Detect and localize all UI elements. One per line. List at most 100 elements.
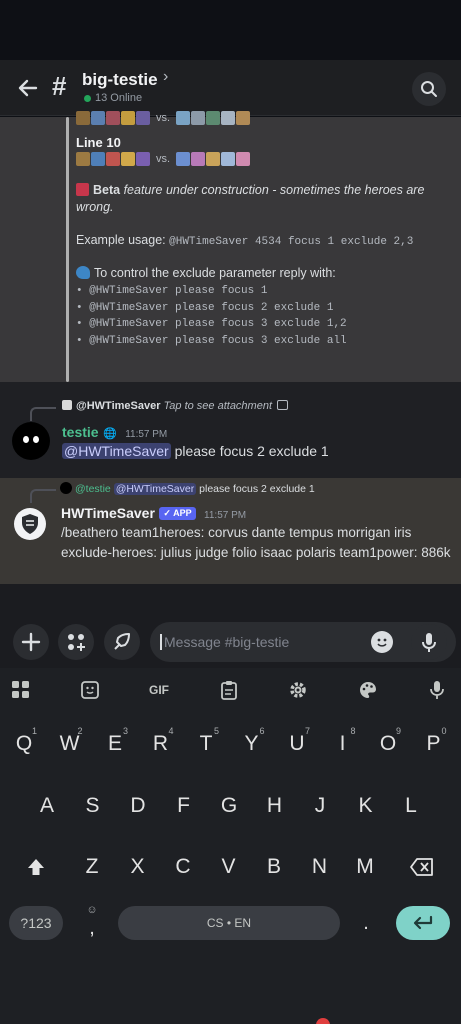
- online-dot-icon: [84, 94, 91, 102]
- command-item: • @HWTimeSaver please focus 1: [76, 285, 268, 297]
- key-n[interactable]: N: [300, 845, 340, 889]
- key-o[interactable]: O9: [368, 722, 408, 766]
- clipboard-icon[interactable]: [217, 678, 241, 702]
- key-hint-digit: 5: [213, 726, 219, 736]
- mic-icon[interactable]: [425, 678, 449, 702]
- key-s[interactable]: S: [73, 784, 113, 828]
- palette-icon[interactable]: [356, 678, 380, 702]
- author-name[interactable]: HWTimeSaver: [61, 505, 155, 521]
- avatar[interactable]: [12, 422, 50, 460]
- comma-key[interactable]: ☺ ,: [72, 901, 112, 945]
- hero-portrait: [176, 111, 191, 125]
- symbols-key[interactable]: ?123: [9, 906, 63, 940]
- channel-name[interactable]: big-testie: [82, 70, 158, 90]
- author-name[interactable]: testie: [62, 424, 99, 440]
- search-button[interactable]: [412, 72, 446, 106]
- hero-portrait: [236, 152, 251, 166]
- reply-preview[interactable]: @HWTimeSaver Tap to see attachment: [62, 400, 289, 412]
- key-g[interactable]: G: [209, 784, 249, 828]
- back-button[interactable]: [14, 74, 42, 102]
- apps-icon: [68, 634, 85, 651]
- message-hwtimesaver[interactable]: @testie @HWTimeSaver please focus 2 excl…: [0, 478, 461, 584]
- hero-portrait: [221, 111, 236, 125]
- arrow-left-icon: [18, 79, 38, 97]
- avatar-small-icon: [60, 482, 72, 494]
- key-e[interactable]: E3: [95, 722, 135, 766]
- app-badge: ✓ APP: [159, 507, 196, 520]
- example-usage: Example usage: @HWTimeSaver 4534 focus 1…: [76, 233, 450, 248]
- shift-key[interactable]: [18, 845, 54, 889]
- backspace-key[interactable]: [400, 845, 444, 889]
- add-button[interactable]: [13, 624, 49, 660]
- key-z[interactable]: Z: [72, 845, 112, 889]
- key-hint-digit: 2: [77, 726, 83, 736]
- line-title: Line 10: [76, 135, 121, 150]
- message-placeholder: Message #big-testie: [164, 634, 290, 650]
- key-i[interactable]: I8: [323, 722, 363, 766]
- key-hint-digit: 3: [122, 726, 128, 736]
- plus-icon: [21, 632, 41, 652]
- key-x[interactable]: X: [118, 845, 158, 889]
- message-testie[interactable]: @HWTimeSaver Tap to see attachment testi…: [0, 382, 461, 478]
- space-key[interactable]: CS • EN: [118, 906, 340, 940]
- key-hint-digit: 4: [168, 726, 174, 736]
- sticker-icon[interactable]: [78, 678, 102, 702]
- apps-button[interactable]: [58, 624, 94, 660]
- vs-label: vs.: [156, 112, 171, 124]
- enter-key[interactable]: [396, 906, 450, 940]
- embed-accent-bar: [66, 117, 69, 382]
- avatar[interactable]: [14, 508, 46, 540]
- voice-message-button[interactable]: [411, 624, 447, 660]
- apps-grid-icon[interactable]: [9, 678, 33, 702]
- key-r[interactable]: R4: [141, 722, 181, 766]
- key-w[interactable]: W2: [50, 722, 90, 766]
- beta-note: Beta feature under construction - someti…: [76, 182, 450, 216]
- hero-portrait: [136, 152, 150, 166]
- key-y[interactable]: Y6: [232, 722, 272, 766]
- key-h[interactable]: H: [255, 784, 295, 828]
- beta-text: feature under construction - sometimes t…: [76, 183, 425, 214]
- key-q[interactable]: Q1: [4, 722, 44, 766]
- control-text: To control the exclude parameter reply w…: [94, 266, 336, 280]
- hero-portrait: [206, 111, 221, 125]
- reply-text: Tap to see attachment: [163, 400, 273, 412]
- message-text: /beathero team1heroes: corvus dante temp…: [61, 525, 451, 560]
- command-item: • @HWTimeSaver please focus 3 exclude 1,…: [76, 318, 347, 330]
- chevron-right-icon[interactable]: ›: [163, 68, 168, 86]
- hero-portrait: [76, 111, 90, 125]
- command-item: • @HWTimeSaver please focus 2 exclude 1: [76, 301, 334, 314]
- composer-bar: Message #big-testie: [0, 584, 461, 668]
- reply-preview[interactable]: @testie @HWTimeSaver please focus 2 excl…: [60, 482, 315, 495]
- vs-label: vs.: [156, 153, 171, 165]
- command-list: • @HWTimeSaver please focus 1 • @HWTimeS…: [76, 283, 450, 349]
- emoji-button[interactable]: [371, 631, 393, 653]
- author-badge: 🌐: [103, 428, 117, 440]
- gif-button[interactable]: GIF: [144, 678, 174, 702]
- key-f[interactable]: F: [164, 784, 204, 828]
- key-hint-digit: 6: [259, 726, 265, 736]
- key-u[interactable]: U7: [277, 722, 317, 766]
- key-j[interactable]: J: [300, 784, 340, 828]
- key-l[interactable]: L: [391, 784, 431, 828]
- key-d[interactable]: D: [118, 784, 158, 828]
- period-key[interactable]: .: [346, 901, 386, 945]
- key-v[interactable]: V: [209, 845, 249, 889]
- reply-mention: @HWTimeSaver: [113, 483, 197, 495]
- gear-icon[interactable]: [286, 678, 310, 702]
- key-k[interactable]: K: [346, 784, 386, 828]
- message-text: please focus 2 exclude 1: [170, 443, 329, 459]
- mention[interactable]: @HWTimeSaver: [62, 443, 171, 459]
- shift-arrow-icon: [28, 859, 44, 875]
- key-p[interactable]: P0: [414, 722, 454, 766]
- key-m[interactable]: M: [345, 845, 385, 889]
- activities-button[interactable]: [104, 624, 140, 660]
- hero-portrait: [206, 152, 221, 166]
- hero-portrait: [191, 111, 206, 125]
- keyboard: GIF Q1W2E3R4T5Y6U7I8O9P0 ASDFGHJKL ZXCVB…: [0, 668, 461, 1024]
- example-label: Example usage:: [76, 233, 166, 247]
- key-b[interactable]: B: [254, 845, 294, 889]
- key-t[interactable]: T5: [186, 722, 226, 766]
- key-a[interactable]: A: [27, 784, 67, 828]
- key-c[interactable]: C: [163, 845, 203, 889]
- key-hint-digit: 7: [304, 726, 310, 736]
